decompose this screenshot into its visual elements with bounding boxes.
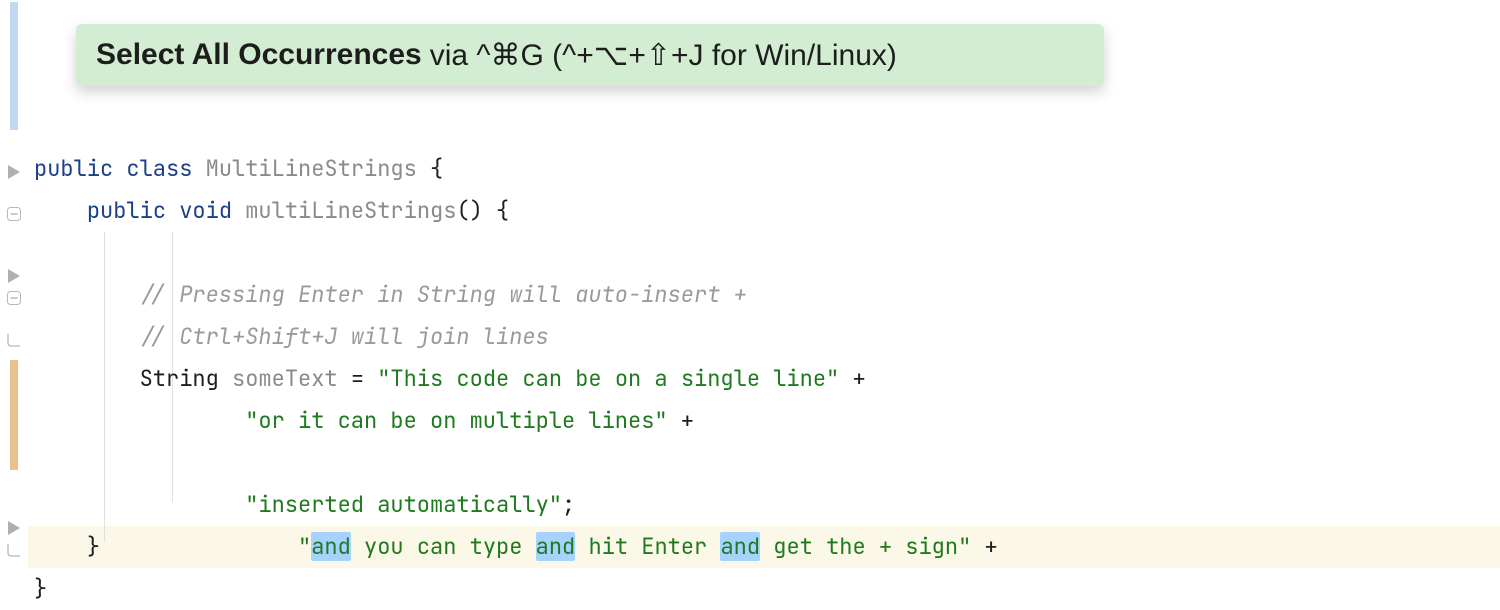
fold-minus-icon[interactable] bbox=[0, 200, 28, 228]
brace: } bbox=[87, 532, 100, 561]
fold-end-icon[interactable] bbox=[0, 536, 28, 564]
semicolon: ; bbox=[562, 490, 575, 519]
keyword: void bbox=[179, 196, 232, 225]
fold-end-icon[interactable] bbox=[0, 326, 28, 354]
brace: { bbox=[483, 196, 509, 225]
code-line[interactable]: } bbox=[28, 526, 1500, 568]
keyword: public bbox=[34, 154, 113, 183]
class-name: MultiLineStrings bbox=[206, 154, 417, 183]
comment: // Ctrl+Shift+J will join lines bbox=[140, 322, 549, 351]
code-line[interactable]: } bbox=[28, 568, 1500, 610]
string-literal: "This code can be on a single line" bbox=[377, 364, 839, 393]
code-line[interactable] bbox=[28, 232, 1500, 274]
string-literal: "inserted automatically" bbox=[245, 490, 562, 519]
gutter-change-marker bbox=[10, 360, 18, 470]
operator: = bbox=[338, 364, 378, 393]
code-line[interactable]: public void multiLineStrings() { bbox=[28, 190, 1500, 232]
string-literal: "or it can be on multiple lines" bbox=[245, 406, 667, 435]
operator: + bbox=[839, 364, 865, 393]
code-line[interactable]: // Pressing Enter in String will auto-in… bbox=[28, 274, 1500, 316]
type: String bbox=[140, 364, 219, 393]
comment: // Pressing Enter in String will auto-in… bbox=[140, 280, 747, 309]
fold-minus-icon[interactable] bbox=[0, 284, 28, 312]
tip-banner: Select All Occurrences via ^⌘G (^+⌥+⇧+J … bbox=[76, 24, 1104, 86]
variable: someText bbox=[232, 364, 338, 393]
code-line-current[interactable]: "and you can type and hit Enter and get … bbox=[28, 442, 1500, 484]
brace: } bbox=[34, 574, 47, 603]
keyword: public bbox=[87, 196, 166, 225]
run-icon[interactable] bbox=[0, 158, 28, 186]
tip-shortcut: via ^⌘G (^+⌥+⇧+J for Win/Linux) bbox=[430, 38, 897, 73]
operator: + bbox=[668, 406, 694, 435]
brace: { bbox=[417, 154, 443, 183]
code-line[interactable]: "or it can be on multiple lines" + bbox=[28, 400, 1500, 442]
code-line[interactable]: public class MultiLineStrings { bbox=[28, 148, 1500, 190]
code-line[interactable]: // Ctrl+Shift+J will join lines bbox=[28, 316, 1500, 358]
code-line[interactable]: String someText = "This code can be on a… bbox=[28, 358, 1500, 400]
code-editor[interactable]: public class MultiLineStrings { public v… bbox=[28, 0, 1500, 610]
parens: () bbox=[456, 196, 482, 225]
blank-line bbox=[28, 84, 1500, 126]
editor-gutter bbox=[0, 0, 28, 600]
blank-line bbox=[28, 126, 1500, 148]
keyword: class bbox=[126, 154, 192, 183]
tip-title: Select All Occurrences bbox=[96, 38, 422, 72]
gutter-change-marker bbox=[10, 2, 18, 130]
method-name: multiLineStrings bbox=[245, 196, 456, 225]
code-line[interactable]: "inserted automatically"; bbox=[28, 484, 1500, 526]
